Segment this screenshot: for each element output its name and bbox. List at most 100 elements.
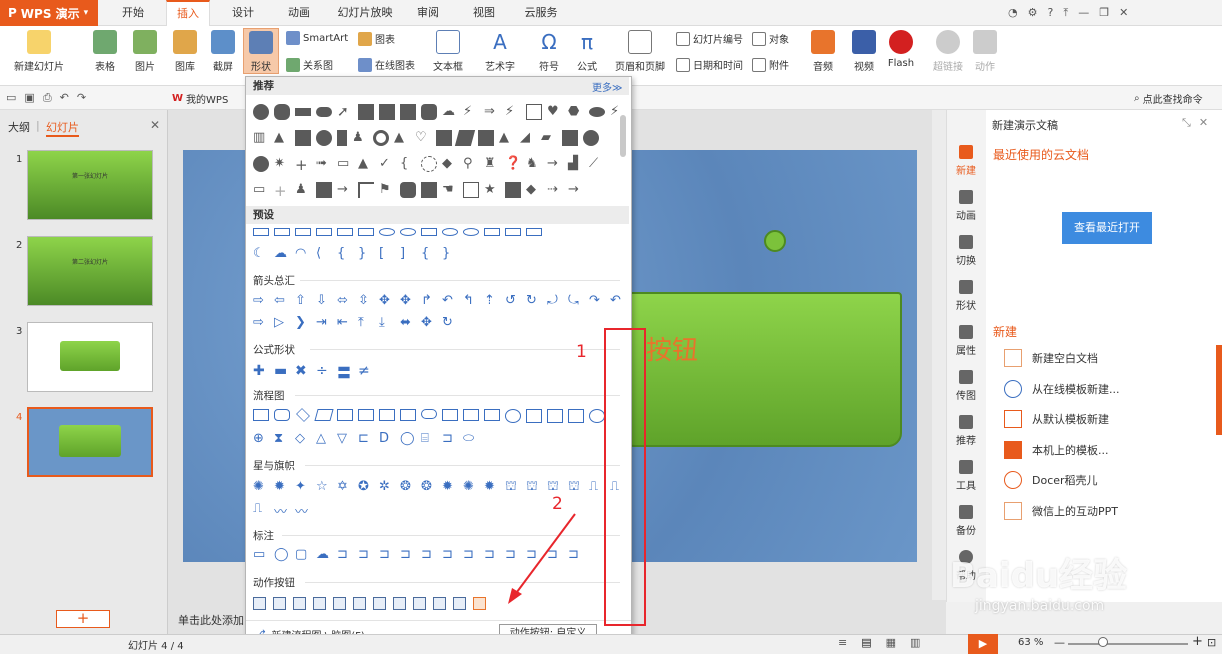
shape-outline-icon[interactable] bbox=[442, 228, 458, 236]
shape-outline-icon[interactable] bbox=[505, 228, 521, 236]
callout-icon[interactable]: ▭ bbox=[253, 547, 269, 563]
shape-icon[interactable] bbox=[253, 104, 269, 120]
callout-arrow-icon[interactable]: ⇥ bbox=[316, 315, 332, 331]
manual-input-icon[interactable] bbox=[463, 409, 479, 421]
brace-icon[interactable]: } bbox=[442, 246, 458, 262]
brace-icon[interactable]: { bbox=[421, 246, 437, 262]
line-callout-icon[interactable]: ⊐ bbox=[400, 547, 416, 563]
docer-item[interactable]: Docer稻壳儿 bbox=[1004, 471, 1098, 489]
close-icon[interactable]: ✕ bbox=[1119, 6, 1128, 20]
direct-access-icon[interactable]: ⊐ bbox=[442, 431, 458, 447]
save-icon[interactable]: ▣ bbox=[24, 91, 34, 105]
zoom-in-icon[interactable]: + bbox=[1192, 634, 1203, 649]
rightnav-shape[interactable]: 形状 bbox=[946, 280, 986, 312]
flash-button[interactable]: Flash bbox=[884, 30, 918, 69]
rightnav-transition[interactable]: 切换 bbox=[946, 235, 986, 267]
shape-outline-icon[interactable] bbox=[337, 228, 353, 236]
tab-slideshow[interactable]: 幻灯片放映 bbox=[332, 0, 398, 26]
table-button[interactable]: 表格 bbox=[88, 30, 122, 73]
sorter-view-icon[interactable]: ▦ bbox=[886, 636, 896, 649]
bracket-icon[interactable]: [ bbox=[379, 246, 395, 262]
ribbon-icon[interactable]: ⛫ bbox=[568, 479, 584, 495]
tab-insert[interactable]: 插入 bbox=[166, 0, 210, 26]
arrow-left-icon[interactable]: ⇦ bbox=[274, 293, 290, 309]
skin-icon[interactable]: ◔ bbox=[1008, 6, 1018, 20]
monitor-icon[interactable]: ▭ bbox=[337, 156, 353, 172]
picture-button[interactable]: 图片 bbox=[128, 30, 162, 73]
arrow-icon[interactable]: → bbox=[547, 156, 563, 172]
display-icon[interactable]: ⬭ bbox=[463, 431, 479, 447]
plus-icon[interactable]: ✚ bbox=[253, 363, 269, 379]
mywps-button[interactable]: W 我的WPS bbox=[172, 91, 228, 106]
bracket-icon[interactable]: ] bbox=[400, 246, 416, 262]
scroll-icon[interactable]: ⎍ bbox=[589, 479, 605, 495]
arrow-bend-icon[interactable]: ↱ bbox=[421, 293, 437, 309]
vertical-scrollbar[interactable] bbox=[932, 110, 946, 600]
attachment-button[interactable]: 附件 bbox=[752, 57, 789, 72]
zoom-slider-thumb[interactable] bbox=[1098, 637, 1108, 647]
arrow-icon[interactable]: → bbox=[568, 182, 584, 198]
hand-icon[interactable]: ☚ bbox=[442, 182, 458, 198]
lightning-icon[interactable]: ⚡ bbox=[610, 104, 626, 120]
callout-icon[interactable]: ◯ bbox=[274, 547, 290, 563]
merge-icon[interactable]: ▽ bbox=[337, 431, 353, 447]
add-slide-button[interactable]: + bbox=[56, 610, 110, 628]
ribbon-icon[interactable]: ⛫ bbox=[526, 479, 542, 495]
textbox-button[interactable]: 文本框 bbox=[428, 30, 468, 73]
rightnav-animation[interactable]: 动画 bbox=[946, 190, 986, 222]
star6-icon[interactable]: ✡ bbox=[337, 479, 353, 495]
callout-arrow-icon[interactable]: ✥ bbox=[421, 315, 437, 331]
edit-icon[interactable] bbox=[463, 182, 479, 198]
arrow-cross-icon[interactable]: ✥ bbox=[379, 293, 395, 309]
shape-icon[interactable] bbox=[583, 130, 599, 146]
undo-icon[interactable]: ↶ bbox=[60, 91, 69, 105]
symbol-button[interactable]: Ω 符号 bbox=[532, 30, 566, 73]
arrow-curve-icon[interactable]: ↷ bbox=[589, 293, 605, 309]
triangle-icon[interactable]: ▲ bbox=[274, 130, 290, 146]
rightnav-backup[interactable]: 备份 bbox=[946, 505, 986, 537]
card-icon[interactable] bbox=[547, 409, 563, 423]
shape-outline-icon[interactable] bbox=[274, 228, 290, 236]
multidocument-icon[interactable] bbox=[400, 409, 416, 421]
online-template-item[interactable]: 从在线模板新建... bbox=[1004, 380, 1120, 398]
summing-junction-icon[interactable] bbox=[589, 409, 605, 423]
action-document-icon[interactable] bbox=[413, 597, 426, 610]
object-button[interactable]: 对象 bbox=[752, 31, 789, 46]
rightnav-recommend[interactable]: 推荐 bbox=[946, 415, 986, 447]
line-chart-icon[interactable]: ⟋ bbox=[589, 156, 605, 172]
shape-icon[interactable] bbox=[316, 130, 332, 146]
offpage-icon[interactable] bbox=[526, 409, 542, 423]
star12-icon[interactable]: ❂ bbox=[421, 479, 437, 495]
sort-icon[interactable]: ◇ bbox=[295, 431, 311, 447]
slide-thumbnail-1[interactable]: 第一张幻灯片 bbox=[27, 150, 153, 220]
corner-icon[interactable] bbox=[358, 182, 374, 198]
shape-outline-icon[interactable] bbox=[295, 228, 311, 236]
normal-view-icon[interactable]: ▤ bbox=[861, 636, 871, 649]
shape-icon[interactable] bbox=[589, 107, 605, 117]
gallery-button[interactable]: 图库 bbox=[168, 30, 202, 73]
action-beginning-icon[interactable] bbox=[293, 597, 306, 610]
chart-icon[interactable]: ▟ bbox=[568, 156, 584, 172]
shape-icon[interactable] bbox=[436, 130, 452, 146]
data-icon[interactable] bbox=[314, 409, 334, 421]
rightnav-upload[interactable]: 传图 bbox=[946, 370, 986, 402]
decision-icon[interactable] bbox=[296, 408, 310, 422]
smiley-icon[interactable] bbox=[463, 228, 479, 236]
people-icon[interactable]: ♞ bbox=[526, 156, 542, 172]
callout-arrow-icon[interactable]: ⤒ bbox=[358, 315, 374, 331]
line-callout-icon[interactable]: ⊐ bbox=[337, 547, 353, 563]
star5-icon[interactable]: ☆ bbox=[316, 479, 332, 495]
video-button[interactable]: 视频 bbox=[846, 30, 882, 73]
wave-icon[interactable]: 〰 bbox=[274, 501, 290, 520]
audio-button[interactable]: 音频 bbox=[806, 30, 840, 73]
hyperlink-button[interactable]: 超链接 bbox=[930, 30, 966, 73]
shape-icon[interactable] bbox=[421, 182, 437, 198]
arrow-curve-icon[interactable]: ↻ bbox=[526, 293, 542, 309]
pin-icon[interactable]: ⚲ bbox=[463, 156, 479, 172]
wechat-ppt-item[interactable]: 微信上的互动PPT bbox=[1004, 502, 1118, 520]
action-back-icon[interactable] bbox=[253, 597, 266, 610]
more-link[interactable]: 更多≫ bbox=[592, 79, 622, 94]
arc-icon[interactable]: ◠ bbox=[295, 246, 311, 262]
action-end-icon[interactable] bbox=[313, 597, 326, 610]
heart-icon[interactable]: ♥ bbox=[547, 104, 563, 120]
